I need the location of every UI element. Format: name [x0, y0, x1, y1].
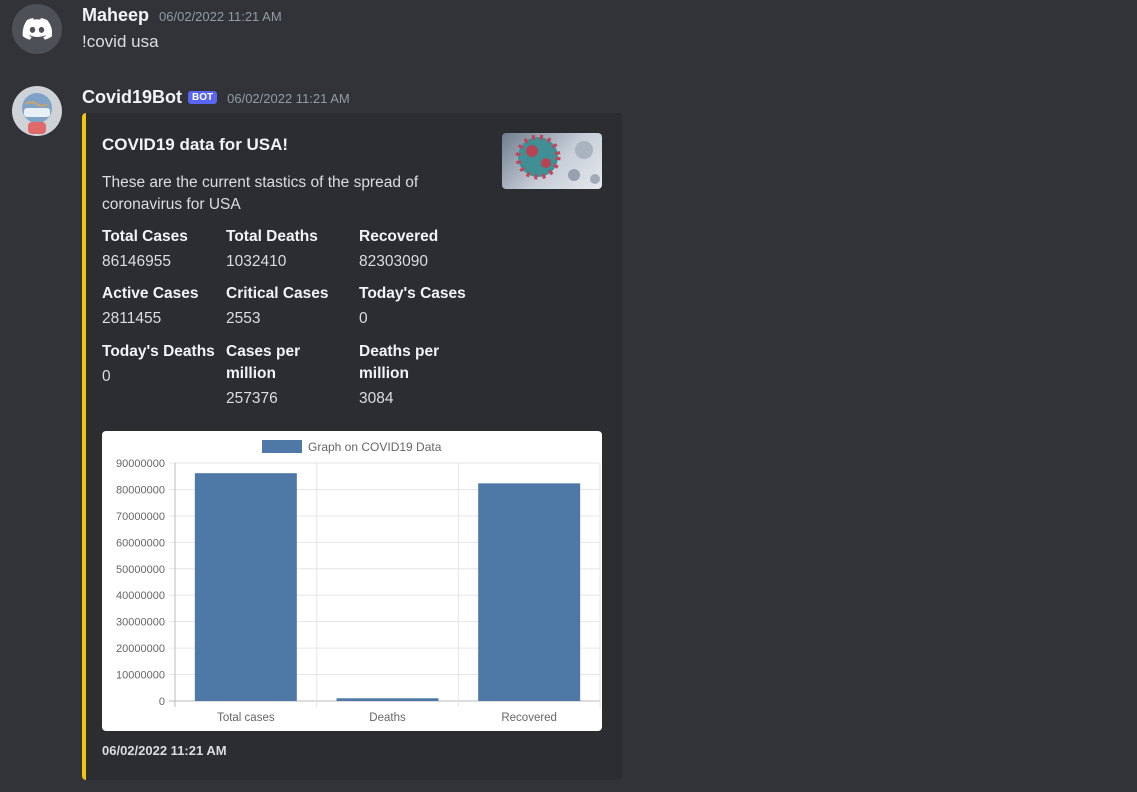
message-header: Maheep 06/02/2022 11:21 AM — [82, 5, 282, 26]
embed-thumbnail[interactable] — [502, 133, 602, 189]
bar-deaths — [336, 698, 439, 701]
bot-badge: BOT — [188, 91, 218, 104]
field-value-todays-deaths: 0 — [102, 368, 111, 385]
y-tick-label: 20000000 — [116, 643, 165, 655]
field-name-recovered: Recovered — [359, 228, 439, 245]
embed-description: These are the current stastics of the sp… — [102, 174, 419, 213]
y-tick-label: 30000000 — [116, 617, 165, 629]
username[interactable]: Covid19Bot — [82, 87, 182, 108]
field-value-cases-per-million: 257376 — [226, 390, 278, 407]
x-tick-label: Deaths — [369, 712, 406, 724]
y-tick-label: 70000000 — [116, 511, 165, 523]
field-name-deaths-per-million: Deaths per million — [359, 343, 440, 382]
field-value-critical-cases: 2553 — [226, 310, 261, 327]
y-tick-label: 40000000 — [116, 590, 165, 602]
message-timestamp: 06/02/2022 11:21 AM — [159, 9, 282, 24]
field-name-cases-per-million: Cases per million — [226, 343, 301, 382]
globe-mask-icon — [22, 93, 52, 134]
field-value-active-cases: 2811455 — [102, 310, 162, 327]
embed: COVID19 data for USA! These are the curr… — [82, 113, 622, 780]
embed-title: COVID19 data for USA! — [102, 135, 289, 154]
user-avatar[interactable] — [12, 4, 62, 54]
bar-total-cases — [194, 473, 297, 701]
field-value-total-deaths: 1032410 — [226, 253, 287, 270]
field-name-todays-cases: Today's Cases — [359, 285, 466, 302]
y-tick-label: 0 — [159, 696, 165, 708]
y-tick-label: 50000000 — [116, 564, 165, 576]
message-header: Covid19Bot BOT 06/02/2022 11:21 AM — [82, 87, 350, 108]
virus-image — [515, 134, 600, 184]
message-content: !covid usa — [82, 32, 159, 51]
chart-svg: 0 10000000 20000000 30000000 40000000 5000000… — [116, 440, 601, 724]
field-name-critical-cases: Critical Cases — [226, 285, 329, 302]
field-name-total-deaths: Total Deaths — [226, 228, 318, 245]
legend-label: Graph on COVID19 Data — [308, 440, 442, 454]
x-tick-label: Total cases — [217, 712, 275, 724]
y-tick-label: 90000000 — [116, 458, 165, 470]
discord-logo-icon — [22, 18, 52, 40]
y-tick-label: 80000000 — [116, 484, 165, 496]
y-tick-label: 60000000 — [116, 537, 165, 549]
bar-recovered — [478, 483, 581, 701]
field-value-total-cases: 86146955 — [102, 253, 171, 270]
x-tick-label: Recovered — [501, 712, 557, 724]
field-name-todays-deaths: Today's Deaths — [102, 343, 215, 360]
field-name-active-cases: Active Cases — [102, 285, 199, 302]
legend-swatch — [262, 440, 302, 453]
field-name-total-cases: Total Cases — [102, 228, 188, 245]
message-timestamp: 06/02/2022 11:21 AM — [227, 91, 350, 106]
username[interactable]: Maheep — [82, 5, 149, 26]
field-value-deaths-per-million: 3084 — [359, 390, 394, 407]
embed-footer-timestamp: 06/02/2022 11:21 AM — [102, 743, 227, 758]
y-tick-label: 10000000 — [116, 670, 165, 682]
covid-bar-chart[interactable]: 0 10000000 20000000 30000000 40000000 5000000… — [102, 431, 602, 731]
field-value-todays-cases: 0 — [359, 310, 368, 327]
field-value-recovered: 82303090 — [359, 253, 428, 270]
bot-avatar[interactable] — [12, 86, 62, 136]
